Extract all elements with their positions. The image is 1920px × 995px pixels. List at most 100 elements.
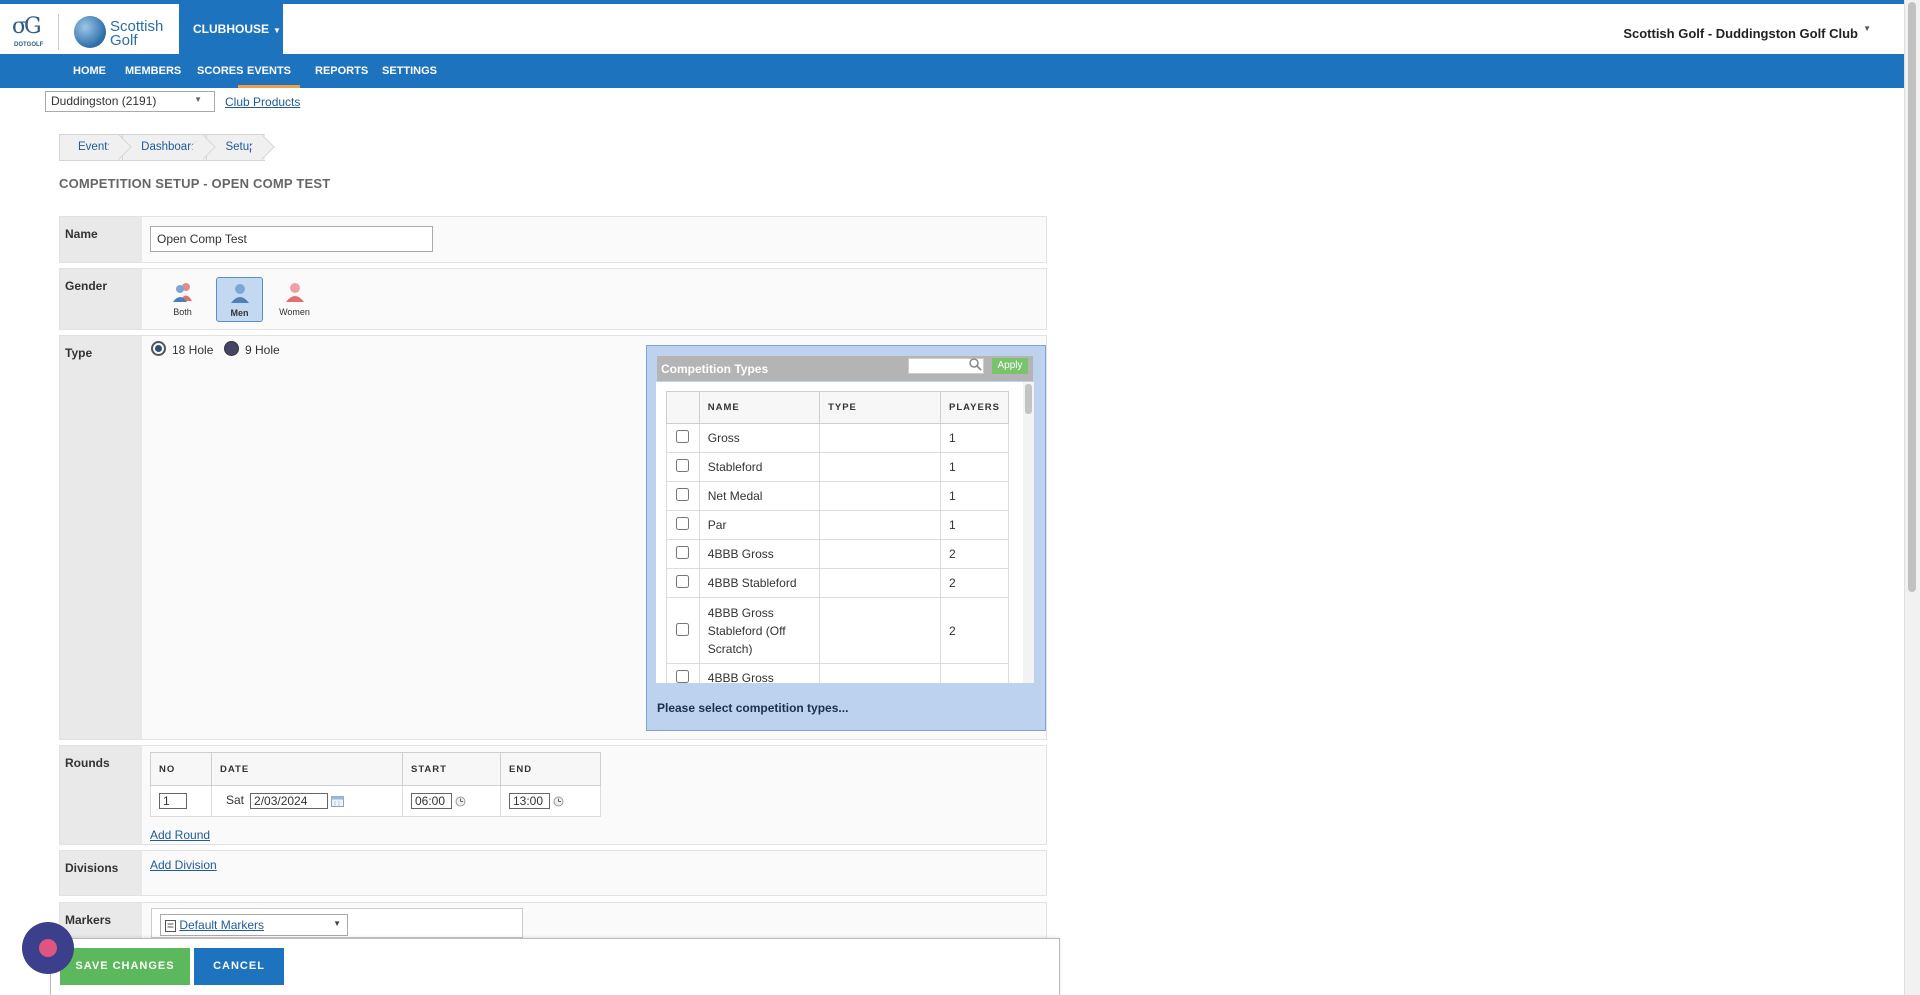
table-row[interactable]: Par 1 [666, 510, 1009, 540]
dotgolf-logo[interactable]: σG DOTGOLF [12, 16, 48, 50]
table-row[interactable]: 4BBB Stableford 2 [666, 568, 1009, 598]
row-players: 2 [940, 568, 1009, 598]
table-row[interactable]: Net Medal 1 [666, 481, 1009, 511]
clubhouse-menu-button[interactable]: CLUBHOUSE ▼ [179, 4, 283, 54]
round-end-time-input[interactable]: 13:00 [509, 793, 550, 809]
type-9-hole-label: 9 Hole [245, 343, 280, 357]
club-name-menu[interactable]: Scottish Golf - Duddingston Golf Club [1623, 26, 1858, 41]
table-row[interactable]: 4BBB Gross Stableford (Off Scratch) 2 [666, 597, 1009, 664]
row-type [819, 510, 941, 540]
chevron-down-icon: ▼ [273, 26, 281, 35]
row-players: 2 [940, 597, 1009, 664]
document-icon [165, 919, 176, 932]
chat-widget-button[interactable] [22, 922, 74, 974]
cancel-button[interactable]: CANCEL [194, 948, 284, 985]
club-select[interactable]: Duddingston (2191) ▼ [45, 91, 215, 112]
add-round-link[interactable]: Add Round [150, 828, 210, 842]
markers-select[interactable]: Default Markers ▼ [160, 914, 348, 936]
table-row[interactable]: 4BBB Gross 2 [666, 539, 1009, 569]
row-type [819, 452, 941, 482]
row-checkbox[interactable] [676, 622, 690, 636]
markers-field: Default Markers ▼ [151, 908, 523, 938]
apply-button[interactable]: Apply [992, 358, 1028, 374]
header: σG DOTGOLF Scottish Golf Scottish Golf -… [0, 4, 1905, 54]
markers-selected-value: Default Markers [179, 918, 265, 932]
gender-both-button[interactable]: Both [159, 277, 206, 322]
table-row[interactable]: Stableford 1 [666, 452, 1009, 482]
nav-reports[interactable]: REPORTS [315, 54, 368, 88]
divisions-row: Divisions [59, 850, 1047, 896]
competition-types-title: Competition Types [661, 362, 769, 376]
round-number-input[interactable]: 1 [159, 793, 187, 809]
row-players: 1 [940, 481, 1009, 511]
gender-label: Gender [60, 269, 142, 329]
row-name: 4BBB Stableford [698, 568, 821, 598]
type-9-hole-radio[interactable] [224, 341, 239, 356]
row-checkbox[interactable] [676, 546, 690, 559]
column-header-start: START [402, 752, 501, 786]
nav-scores[interactable]: SCORES [197, 54, 243, 88]
table-row[interactable]: 4BBB Gross [666, 663, 1009, 683]
row-checkbox[interactable] [676, 488, 690, 501]
nav-settings[interactable]: SETTINGS [382, 54, 437, 88]
column-header-type[interactable]: TYPE [819, 391, 941, 424]
column-header-name[interactable]: NAME [698, 391, 821, 424]
name-input[interactable]: Open Comp Test [150, 226, 433, 252]
row-checkbox[interactable] [676, 670, 690, 683]
row-checkbox[interactable] [676, 517, 690, 530]
row-checkbox[interactable] [676, 459, 690, 472]
chat-icon [39, 939, 57, 957]
column-header-players[interactable]: PLAYERS [940, 391, 1009, 424]
round-date-input[interactable]: 2/03/2024 [250, 793, 329, 809]
divisions-label: Divisions [60, 851, 142, 895]
female-icon [285, 283, 304, 302]
column-header-end: END [500, 752, 601, 786]
calendar-icon[interactable] [331, 795, 345, 807]
row-name: 4BBB Gross Stableford (Off Scratch) [698, 597, 821, 664]
competition-types-message: Please select competition types... [657, 701, 849, 715]
rounds-label: Rounds [60, 746, 142, 844]
clock-icon[interactable] [553, 796, 564, 807]
row-type [819, 663, 941, 683]
row-name: Par [698, 510, 821, 540]
breadcrumb-events[interactable]: Events [59, 134, 123, 161]
both-genders-icon [172, 283, 192, 302]
breadcrumb-dashboard[interactable]: Dashboard [122, 134, 207, 161]
nav-members[interactable]: MEMBERS [125, 54, 181, 88]
search-icon [969, 358, 982, 371]
page-title: COMPETITION SETUP - OPEN COMP TEST [59, 176, 331, 191]
page-scrollbar[interactable] [1904, 0, 1920, 995]
row-players: 1 [940, 510, 1009, 540]
club-products-link[interactable]: Club Products [225, 95, 300, 109]
rounds-table: NO DATE START END 1 Sat 2/03/2024 06:00 1… [150, 752, 601, 817]
gender-men-button[interactable]: Men [216, 277, 263, 322]
table-row[interactable]: Gross 1 [666, 423, 1009, 453]
list-scrollbar[interactable] [1023, 382, 1034, 683]
scottish-golf-logo[interactable]: Scottish Golf [72, 12, 172, 50]
save-changes-button[interactable]: SAVE CHANGES [60, 948, 190, 985]
type-18-hole-radio[interactable] [151, 341, 166, 356]
breadcrumb: Events Dashboard Setup [59, 134, 265, 161]
gender-row: Gender [59, 268, 1047, 330]
scrollbar-thumb[interactable] [1025, 384, 1032, 414]
clock-icon[interactable] [455, 796, 466, 807]
row-checkbox[interactable] [676, 575, 690, 588]
row-type [819, 597, 941, 664]
competition-types-panel: Competition Types Apply NAME TYPE PLAYER… [646, 345, 1046, 731]
gender-women-button[interactable]: Women [271, 277, 318, 322]
scrollbar-thumb[interactable] [1908, 2, 1916, 592]
nav-events[interactable]: EVENTS [238, 54, 301, 88]
type-18-hole-label: 18 Hole [172, 343, 214, 357]
clubhouse-label: CLUBHOUSE [193, 22, 270, 36]
add-division-link[interactable]: Add Division [150, 858, 217, 872]
row-players: 2 [940, 539, 1009, 569]
round-start-time-input[interactable]: 06:00 [411, 793, 452, 809]
competition-types-search-input[interactable] [908, 358, 984, 374]
nav-home[interactable]: HOME [73, 54, 106, 88]
row-players [940, 663, 1009, 683]
column-header-date: DATE [211, 752, 403, 786]
row-name: Net Medal [698, 481, 821, 511]
competition-types-list[interactable]: NAME TYPE PLAYERS Gross 1 Stableford 1 N… [656, 382, 1034, 683]
chevron-down-icon[interactable]: ▼ [1863, 24, 1871, 33]
row-checkbox[interactable] [676, 430, 690, 443]
